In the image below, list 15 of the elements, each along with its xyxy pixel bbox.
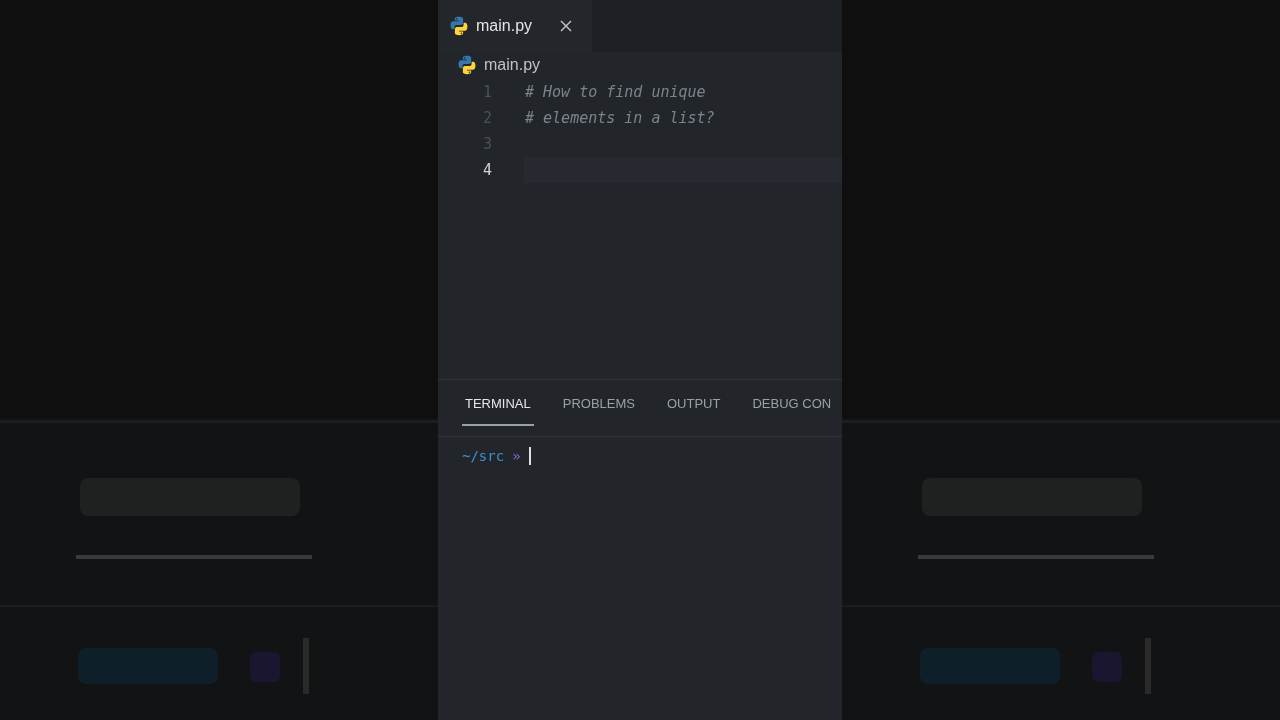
panel-tab[interactable]: PROBLEMS	[559, 380, 638, 426]
editor-tab[interactable]: main.py	[438, 0, 593, 52]
prompt-symbol: »	[512, 448, 521, 464]
python-icon	[448, 15, 470, 37]
terminal-path: ~/src	[462, 448, 505, 464]
python-icon	[456, 54, 478, 76]
line-number: 4	[481, 161, 492, 179]
code-comment: # How to find unique	[525, 83, 706, 101]
panel-tab[interactable]: TERMINAL	[462, 380, 534, 426]
breadcrumb-item[interactable]: main.py	[484, 56, 541, 74]
close-icon[interactable]	[560, 20, 573, 32]
code-comment: # elements in a list?	[525, 109, 715, 127]
panel-tab[interactable]: DEBUG CON	[749, 380, 835, 426]
tab-label: main.py	[476, 17, 533, 35]
panel-tab[interactable]: OUTPUT	[664, 380, 724, 426]
